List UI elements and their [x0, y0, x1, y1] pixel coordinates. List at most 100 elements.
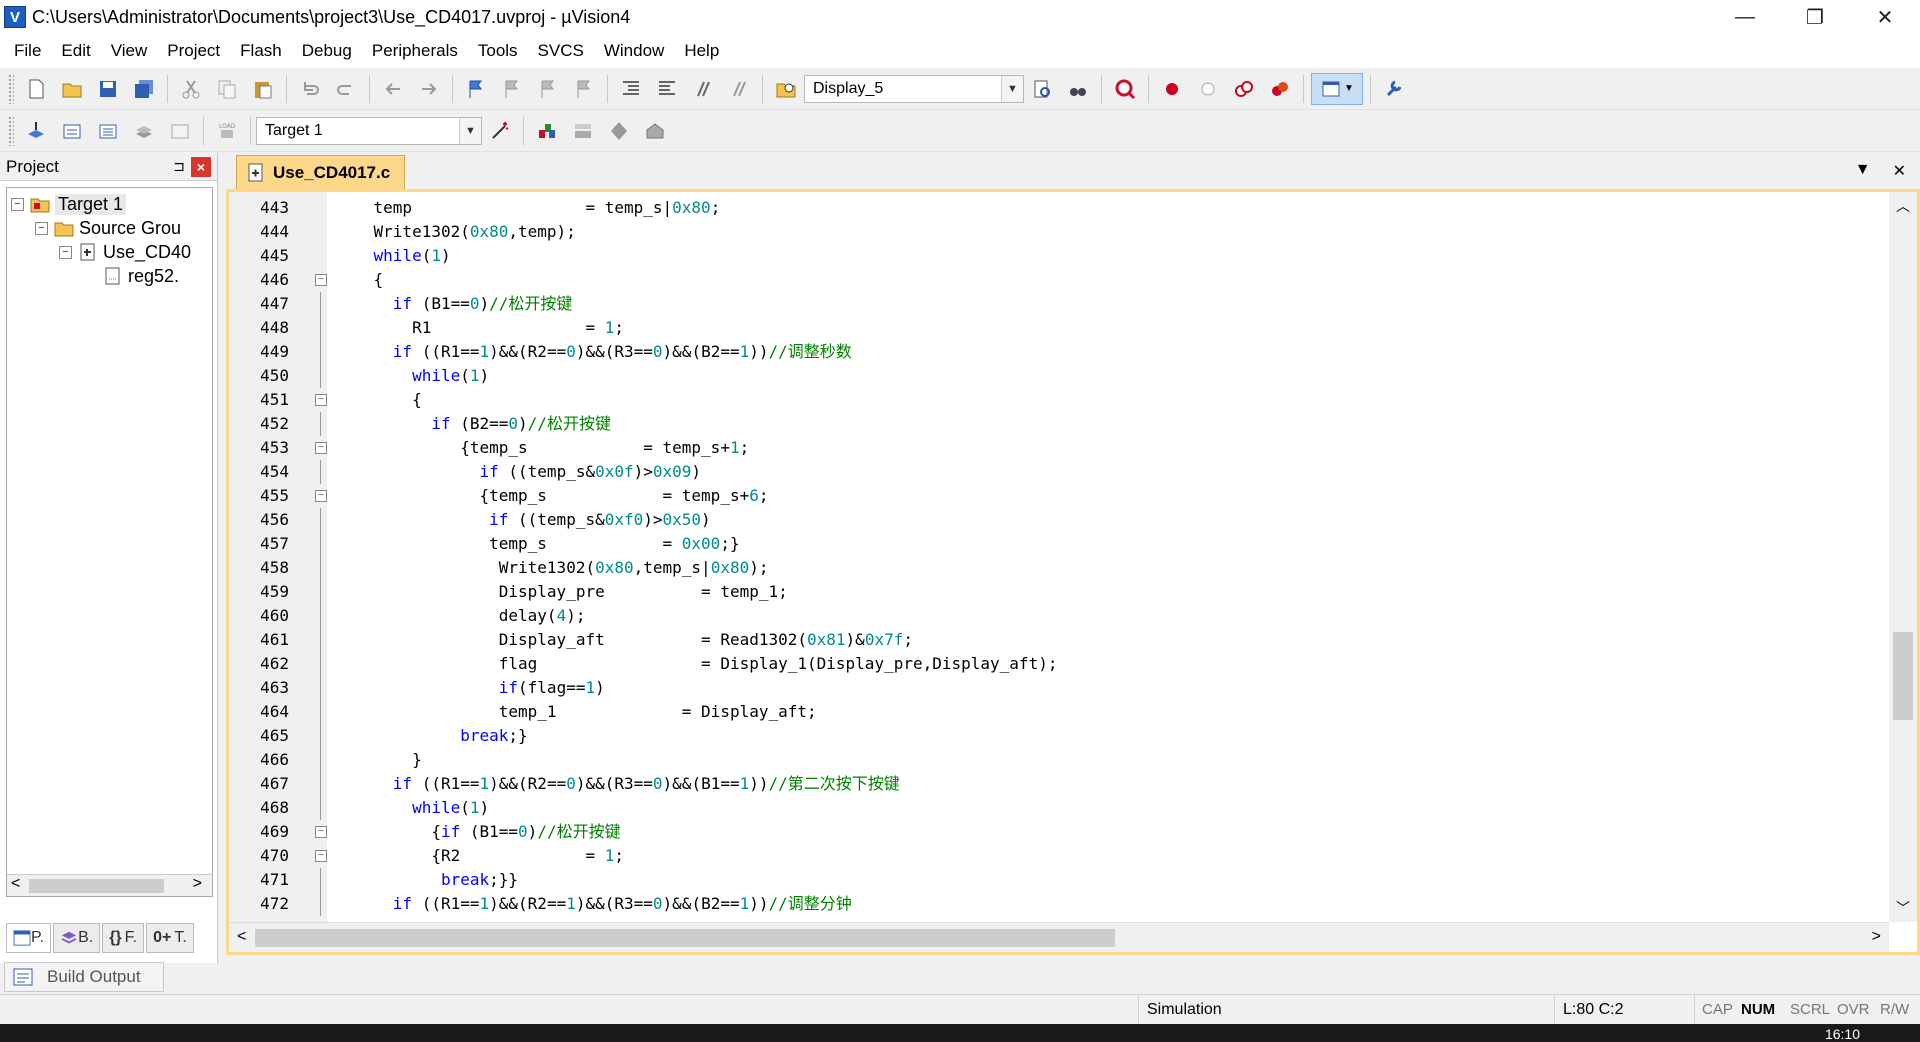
- stop-build-button[interactable]: [164, 115, 196, 147]
- insert-bookmark-button[interactable]: [460, 73, 492, 105]
- undo-button[interactable]: [294, 73, 326, 105]
- find-button[interactable]: [1026, 73, 1058, 105]
- close-window-button[interactable]: ✕: [1850, 0, 1920, 34]
- scroll-down-icon[interactable]: ﹀: [1896, 898, 1910, 918]
- menu-file[interactable]: File: [4, 34, 51, 68]
- indent-button[interactable]: [615, 73, 647, 105]
- translate-button[interactable]: [20, 115, 52, 147]
- code-line[interactable]: break;}: [335, 724, 527, 748]
- menu-window[interactable]: Window: [594, 34, 674, 68]
- toolbar-grip[interactable]: [8, 73, 14, 104]
- window-layout-button[interactable]: ▼: [1311, 72, 1363, 105]
- code-line[interactable]: temp = temp_s|0x80;: [335, 196, 721, 220]
- scroll-thumb[interactable]: [255, 929, 1115, 947]
- code-line[interactable]: if(flag==1): [335, 676, 605, 700]
- code-line[interactable]: Write1302(0x80,temp);: [335, 220, 576, 244]
- scroll-left-icon[interactable]: <: [237, 928, 246, 946]
- close-panel-button[interactable]: ×: [191, 157, 211, 177]
- line-number-gutter[interactable]: 443 444 445 446 − 447 448 449 450 451 − 452 453 − 454 4…: [229, 192, 327, 922]
- start-debug-button[interactable]: [1109, 73, 1141, 105]
- code-line[interactable]: {R2 = 1;: [335, 844, 624, 868]
- target-options-button[interactable]: [484, 115, 516, 147]
- code-line[interactable]: Write1302(0x80,temp_s|0x80);: [335, 556, 769, 580]
- code-line[interactable]: if ((R1==1)&&(R2==0)&&(R3==0)&&(B1==1))/…: [335, 772, 900, 796]
- toolbar-grip[interactable]: [8, 115, 14, 146]
- tab-list-dropdown-icon[interactable]: ▼: [1855, 161, 1871, 181]
- tab-functions[interactable]: {} F.: [102, 923, 145, 953]
- minimize-button[interactable]: —: [1710, 0, 1780, 34]
- tab-templates[interactable]: 0+ T.: [146, 923, 194, 953]
- fold-toggle-icon[interactable]: −: [315, 274, 327, 286]
- rebuild-button[interactable]: [92, 115, 124, 147]
- new-file-button[interactable]: [20, 73, 52, 105]
- tab-use-cd4017-c[interactable]: Use_CD4017.c: [236, 155, 406, 189]
- code-line[interactable]: {if (B1==0)//松开按键: [335, 820, 620, 844]
- fold-toggle-icon[interactable]: −: [315, 850, 327, 862]
- menu-flash[interactable]: Flash: [230, 34, 292, 68]
- code-line[interactable]: if ((R1==1)&&(R2==1)&&(R3==0)&&(B2==1))/…: [335, 892, 852, 916]
- tab-books[interactable]: B.: [53, 923, 101, 953]
- menu-debug[interactable]: Debug: [292, 34, 362, 68]
- code-line[interactable]: if ((R1==1)&&(R2==0)&&(R3==0)&&(B2==1))/…: [335, 340, 852, 364]
- open-file-button[interactable]: [56, 73, 88, 105]
- navigate-back-button[interactable]: [377, 73, 409, 105]
- code-line[interactable]: Display_pre = temp_1;: [335, 580, 788, 604]
- insert-breakpoint-button[interactable]: [1156, 73, 1188, 105]
- code-line[interactable]: if (B2==0)//松开按键: [335, 412, 611, 436]
- target-select[interactable]: Target 1 ▼: [256, 116, 482, 145]
- code-editor[interactable]: 443 444 445 446 − 447 448 449 450 451 − 452 453 − 454 4…: [226, 189, 1920, 955]
- code-line[interactable]: {temp_s = temp_s+6;: [335, 484, 768, 508]
- vertical-scrollbar[interactable]: ︿ ﹀: [1889, 192, 1917, 922]
- code-line[interactable]: temp_s = 0x00;}: [335, 532, 739, 556]
- menu-edit[interactable]: Edit: [51, 34, 100, 68]
- scroll-right-icon[interactable]: >: [1872, 928, 1881, 946]
- incremental-find-button[interactable]: [1062, 73, 1094, 105]
- restore-button[interactable]: ❐: [1780, 0, 1850, 34]
- scroll-thumb[interactable]: [1893, 632, 1913, 720]
- code-line[interactable]: delay(4);: [335, 604, 586, 628]
- cut-button[interactable]: [175, 73, 207, 105]
- pin-icon[interactable]: ⊐: [173, 158, 185, 175]
- code-line[interactable]: }: [335, 748, 422, 772]
- code-line[interactable]: R1 = 1;: [335, 316, 624, 340]
- menu-view[interactable]: View: [101, 34, 158, 68]
- tree-horizontal-scrollbar[interactable]: < >: [7, 874, 212, 896]
- scroll-thumb[interactable]: [29, 879, 164, 893]
- chevron-down-icon[interactable]: ▼: [1001, 75, 1023, 102]
- navigate-forward-button[interactable]: [413, 73, 445, 105]
- pack-installer-button[interactable]: [639, 115, 671, 147]
- code-line[interactable]: while(1): [335, 796, 489, 820]
- tab-project[interactable]: P.: [6, 923, 52, 953]
- code-line[interactable]: {: [335, 268, 384, 292]
- download-button[interactable]: LOAD: [211, 115, 243, 147]
- find-combo[interactable]: Display_5 ▼: [804, 74, 1024, 103]
- find-in-files-button[interactable]: [770, 73, 802, 105]
- menu-tools[interactable]: Tools: [468, 34, 528, 68]
- comment-button[interactable]: [687, 73, 719, 105]
- menu-help[interactable]: Help: [674, 34, 729, 68]
- fold-toggle-icon[interactable]: −: [315, 826, 327, 838]
- scroll-left-icon[interactable]: <: [11, 875, 20, 893]
- select-pack-button[interactable]: [603, 115, 635, 147]
- code-line[interactable]: break;}}: [335, 868, 518, 892]
- copy-button[interactable]: [211, 73, 243, 105]
- collapse-icon[interactable]: −: [59, 245, 72, 259]
- prev-bookmark-button[interactable]: [496, 73, 528, 105]
- enable-breakpoint-button[interactable]: [1192, 73, 1224, 105]
- tree-item-header-file[interactable]: reg52.: [103, 262, 179, 290]
- next-bookmark-button[interactable]: [532, 73, 564, 105]
- disable-all-breakpoints-button[interactable]: [1228, 73, 1260, 105]
- code-line[interactable]: if ((temp_s&0xf0)>0x50): [335, 508, 711, 532]
- code-line[interactable]: while(1): [335, 364, 489, 388]
- save-button[interactable]: [92, 73, 124, 105]
- manage-components-button[interactable]: [531, 115, 563, 147]
- build-output-tab[interactable]: Build Output: [4, 962, 164, 992]
- fold-toggle-icon[interactable]: −: [315, 442, 327, 454]
- code-line[interactable]: {: [335, 388, 422, 412]
- unindent-button[interactable]: [651, 73, 683, 105]
- chevron-down-icon[interactable]: ▼: [459, 117, 481, 144]
- code-line[interactable]: if (B1==0)//松开按键: [335, 292, 573, 316]
- menu-peripherals[interactable]: Peripherals: [362, 34, 468, 68]
- fold-toggle-icon[interactable]: −: [315, 394, 327, 406]
- code-line[interactable]: if ((temp_s&0x0f)>0x09): [335, 460, 702, 484]
